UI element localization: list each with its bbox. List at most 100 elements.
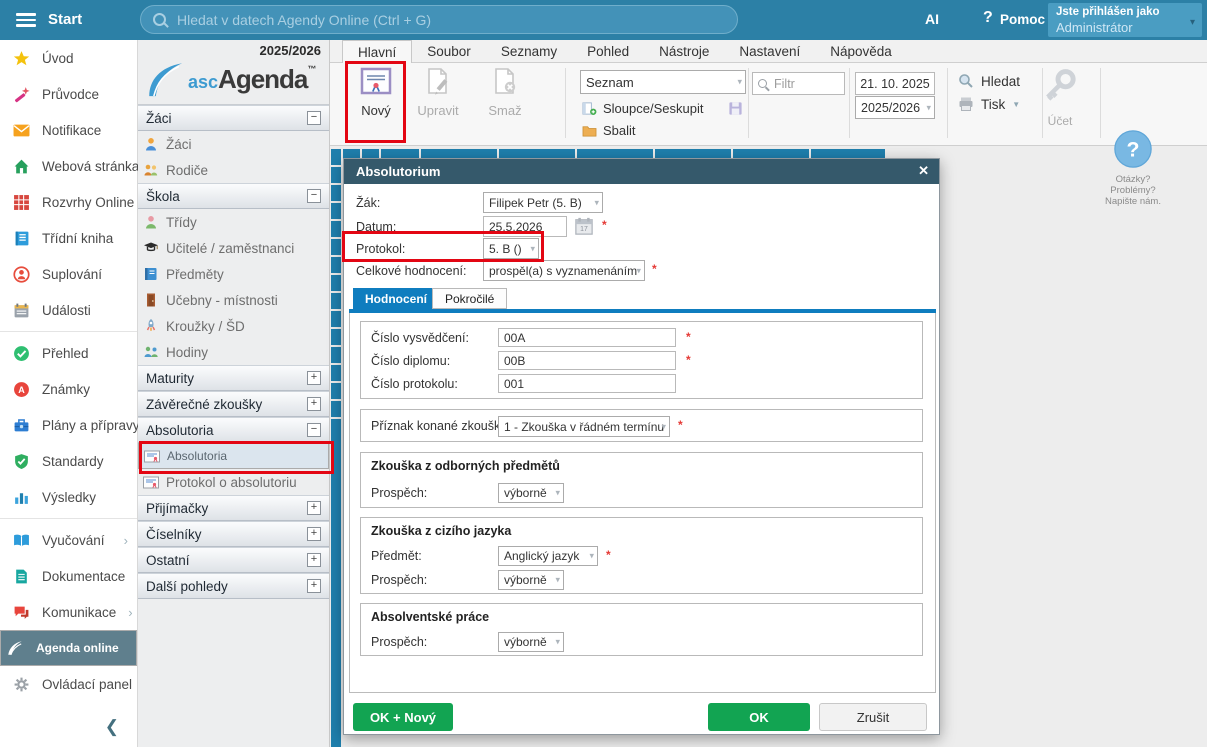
sidebar-item-vyucovani[interactable]: Vyučování › [0, 522, 137, 558]
start-label[interactable]: Start [48, 11, 82, 28]
filter-input[interactable] [772, 76, 836, 92]
search-button[interactable]: Hledat [958, 73, 1020, 89]
numbers-box: Číslo vysvědčení: * Číslo diplomu: * Čís… [360, 321, 923, 399]
logged-in-user-dropdown[interactable]: Jste přihlášen jako Administrátor ▾ [1048, 3, 1202, 37]
sidebar-item-komunikace[interactable]: Komunikace › [0, 594, 137, 630]
global-search[interactable] [140, 5, 738, 34]
collapse-rows-button[interactable]: Sbalit [582, 123, 636, 138]
tab-soubor[interactable]: Soubor [412, 40, 486, 62]
expand-plus-icon[interactable]: + [307, 371, 321, 385]
expand-plus-icon[interactable]: + [307, 397, 321, 411]
collapse-minus-icon[interactable]: − [307, 423, 321, 437]
language-grade-select[interactable]: výborně ▾ [498, 570, 564, 590]
help-button[interactable]: Pomoc [1000, 12, 1045, 27]
tab-pohled[interactable]: Pohled [572, 40, 644, 62]
sidebar-collapse-icon[interactable]: ❮ [105, 717, 119, 737]
sidebar-item-znamky[interactable]: A Známky [0, 371, 137, 407]
tree-group-zaverecne-zkousky[interactable]: Závěrečné zkoušky+ [138, 391, 329, 417]
date-field[interactable] [855, 72, 935, 95]
tab-hodnoceni[interactable]: Hodnocení [353, 288, 439, 309]
tree-group-skola[interactable]: Škola− [138, 183, 329, 209]
tree-group-ciselniky[interactable]: Číselníky+ [138, 521, 329, 547]
vocational-grade-select[interactable]: výborně ▾ [498, 483, 564, 503]
sidebar-item-udalosti[interactable]: Události [0, 292, 137, 328]
tree-item-predmety[interactable]: Předměty [138, 261, 329, 287]
overall-grade-select[interactable]: prospěl(a) s vyznamenáním ▾ [483, 260, 645, 281]
hamburger-menu-icon[interactable] [16, 13, 36, 27]
sidebar-item-dokumentace[interactable]: Dokumentace › [0, 558, 137, 594]
sidebar-item-label: Notifikace [42, 123, 101, 138]
tree-group-ostatni[interactable]: Ostatní+ [138, 547, 329, 573]
sidebar-item-uvod[interactable]: Úvod [0, 40, 137, 76]
expand-plus-icon[interactable]: + [307, 553, 321, 567]
sidebar-item-plany[interactable]: Plány a přípravy [0, 407, 137, 443]
sidebar-item-vysledky[interactable]: Výsledky [0, 479, 137, 515]
language-subject-select[interactable]: Anglický jazyk ▾ [498, 546, 598, 566]
thesis-grade-select[interactable]: výborně ▾ [498, 632, 564, 652]
delete-button[interactable]: Smaž [477, 67, 533, 118]
columns-group-button[interactable]: Sloupce/Seskupit [582, 101, 703, 116]
sidebar-item-pruvodce[interactable]: Průvodce [0, 76, 137, 112]
collapse-minus-icon[interactable]: − [307, 111, 321, 125]
account-button[interactable]: Účet [1030, 68, 1090, 128]
sidebar-item-ovladaci-panel[interactable]: Ovládací panel [0, 666, 137, 702]
tree-group-prijimacky[interactable]: Přijímačky+ [138, 495, 329, 521]
date-input[interactable] [483, 216, 567, 237]
student-select[interactable]: Filipek Petr (5. B) ▾ [483, 192, 603, 213]
tree-item-ucitele[interactable]: Učitelé / zaměstnanci [138, 235, 329, 261]
tree-group-zaci[interactable]: Žáci− [138, 105, 329, 131]
date-picker-button[interactable]: 17 [574, 216, 594, 241]
contact-help-button[interactable]: ? Otázky? Problémy? Napište nám. [1095, 129, 1171, 207]
print-button[interactable]: Tisk ▼ [958, 96, 1020, 112]
ok-new-button[interactable]: OK + Nový [353, 703, 453, 731]
sidebar-item-agenda-online[interactable]: Agenda online [0, 630, 137, 666]
tree-group-maturity[interactable]: Maturity+ [138, 365, 329, 391]
tree-item-rodice[interactable]: Rodiče [138, 157, 329, 183]
tree-item-absolutoria[interactable]: Absolutoria [138, 443, 329, 469]
view-mode-select[interactable]: Seznam ▾ [580, 70, 746, 94]
tree-item-krouzky[interactable]: Kroužky / ŠD [138, 313, 329, 339]
protocol-select[interactable]: 5. B () ▾ [483, 238, 539, 259]
tree-item-tridy[interactable]: Třídy [138, 209, 329, 235]
sidebar-item-standardy[interactable]: Standardy [0, 443, 137, 479]
tab-nastaveni[interactable]: Nastavení [724, 40, 815, 62]
expand-plus-icon[interactable]: + [307, 501, 321, 515]
sidebar-item-prehled[interactable]: Přehled [0, 335, 137, 371]
tree-item-hodiny[interactable]: Hodiny [138, 339, 329, 365]
help-question-icon[interactable]: ? [983, 9, 993, 27]
tab-hlavni[interactable]: Hlavní [342, 40, 412, 63]
sidebar-item-webova-stranka[interactable]: Webová stránka [0, 148, 137, 184]
tree-item-protokol-o-absolutoriu[interactable]: Protokol o absolutoriu [138, 469, 329, 495]
save-disk-icon [728, 101, 743, 116]
tree-group-dalsi-pohledy[interactable]: Další pohledy+ [138, 573, 329, 599]
edit-button[interactable]: Upravit [410, 67, 466, 118]
tab-napoveda[interactable]: Nápověda [815, 40, 907, 62]
global-search-input[interactable] [175, 11, 725, 29]
tree-group-absolutoria[interactable]: Absolutoria− [138, 417, 329, 443]
collapse-minus-icon[interactable]: − [307, 189, 321, 203]
ai-button[interactable]: AI [925, 11, 939, 27]
diploma-number-input[interactable] [498, 351, 676, 370]
sidebar-item-suplovani[interactable]: Suplování [0, 256, 137, 292]
protocol-number-input[interactable] [498, 374, 676, 393]
expand-plus-icon[interactable]: + [307, 527, 321, 541]
expand-plus-icon[interactable]: + [307, 579, 321, 593]
school-year-select[interactable]: 2025/2026 ▾ [855, 96, 935, 119]
tab-nastroje[interactable]: Nástroje [644, 40, 724, 62]
tree-item-ucebny[interactable]: Učebny - místnosti [138, 287, 329, 313]
ok-button[interactable]: OK [708, 703, 810, 731]
save-layout-button[interactable] [728, 101, 743, 121]
dialog-title-bar[interactable]: Absolutorium ✕ [344, 159, 939, 184]
tree-item-zaci[interactable]: Žáci [138, 131, 329, 157]
close-icon[interactable]: ✕ [918, 163, 929, 179]
sidebar-item-rozvrhy[interactable]: Rozvrhy Online [0, 184, 137, 220]
sidebar-item-tridni-kniha[interactable]: Třídní kniha [0, 220, 137, 256]
tab-pokrocile[interactable]: Pokročilé [432, 288, 507, 309]
cancel-button[interactable]: Zrušit [819, 703, 927, 731]
exam-flag-select[interactable]: 1 - Zkouška v řádném termínu ▾ [498, 416, 670, 437]
tab-seznamy[interactable]: Seznamy [486, 40, 572, 62]
sidebar-item-notifikace[interactable]: Notifikace [0, 112, 137, 148]
certificate-number-input[interactable] [498, 328, 676, 347]
new-button[interactable]: Nový [348, 67, 404, 118]
filter-input-wrap[interactable] [752, 72, 845, 95]
